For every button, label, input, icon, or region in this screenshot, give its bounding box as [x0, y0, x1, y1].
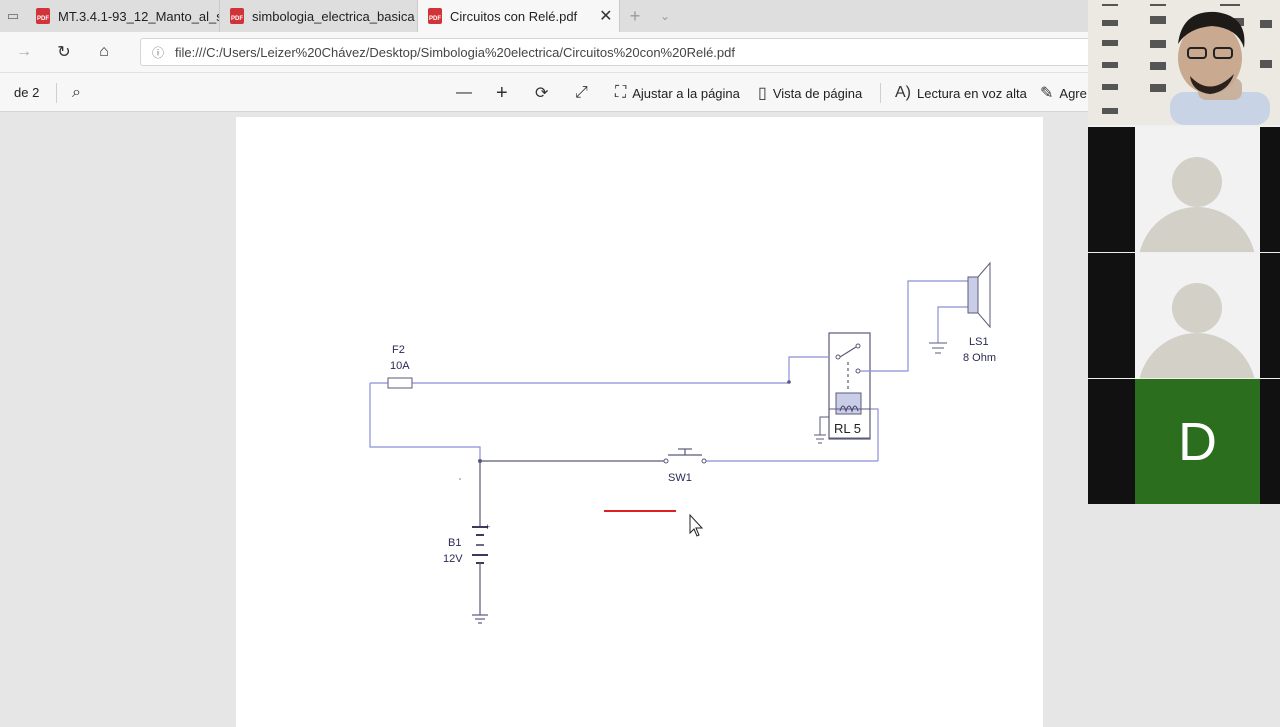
- speaker-magnet: [967, 276, 979, 314]
- fullscreen-button[interactable]: ⤢: [575, 81, 588, 105]
- address-bar[interactable]: ⓘ file:///C:/Users/Leizer%20Chávez/Deskt…: [140, 38, 1100, 66]
- fuse-symbol: [387, 377, 413, 389]
- navigation-bar: → ↻ ⌂ ⓘ file:///C:/Users/Leizer%20Chávez…: [0, 32, 1100, 72]
- switch-contact: [701, 458, 707, 464]
- expand-icon: ⤢: [575, 84, 588, 101]
- divider: [880, 83, 881, 103]
- speaker-cone: [977, 261, 991, 329]
- left-wire: [369, 383, 481, 461]
- battery-name: B1: [448, 537, 461, 549]
- search-button[interactable]: ⌕: [72, 81, 81, 105]
- switch-name: SW1: [668, 472, 692, 484]
- participant-tile[interactable]: D: [1088, 379, 1280, 504]
- avatar: [1172, 157, 1222, 207]
- relay-name: RL 5: [834, 421, 861, 436]
- switch-contact: [663, 458, 669, 464]
- junction-dot: [787, 380, 791, 384]
- participant-tile[interactable]: [1088, 253, 1280, 378]
- pdf-viewer[interactable]: F2 10A SW1 + B1 12V RL 5 LS1 8 Ohm: [0, 112, 1090, 727]
- relay-contact: [835, 354, 841, 360]
- battery-voltage: 12V: [443, 553, 463, 565]
- pen-icon: ✎: [1040, 85, 1054, 102]
- relay-circuit-schematic: F2 10A SW1 + B1 12V RL 5 LS1 8 Ohm: [369, 261, 996, 624]
- tab-bar: ▭ PDF MT.3.4.1-93_12_Manto_al_si PDF sim…: [0, 0, 1090, 32]
- read-aloud-icon: A): [895, 84, 911, 101]
- tab-circuitos[interactable]: PDF Circuitos con Relé.pdf ✕: [418, 0, 620, 32]
- pdf-toolbar: de 2 ⌕ — + ⟳ ⤢ ⛶ Ajustar a la página ▯ V…: [0, 72, 1090, 112]
- chevron-down-icon[interactable]: ⌄: [650, 0, 680, 32]
- rotate-icon: ⟳: [535, 85, 549, 102]
- page-count: de 2: [14, 85, 40, 100]
- relay-ground-wire: [819, 416, 829, 435]
- forward-icon[interactable]: →: [4, 32, 44, 72]
- tab-manto[interactable]: PDF MT.3.4.1-93_12_Manto_al_si: [26, 0, 220, 32]
- page-view-button[interactable]: ▯ Vista de página: [758, 81, 862, 105]
- search-icon: ⌕: [72, 84, 81, 101]
- rotate-button[interactable]: ⟳: [535, 81, 548, 105]
- speaker-rating: 8 Ohm: [963, 352, 996, 364]
- zoom-out-button[interactable]: —: [456, 81, 472, 105]
- home-icon[interactable]: ⌂: [84, 32, 124, 72]
- add-notes-label: Agre: [1059, 85, 1087, 101]
- participant-tile[interactable]: [1088, 127, 1280, 252]
- presenter-video[interactable]: [1088, 0, 1280, 125]
- tab-label: Circuitos con Relé.pdf: [450, 8, 578, 24]
- avatar-body: [1138, 333, 1256, 378]
- fit-page-label: Ajustar a la página: [632, 85, 740, 101]
- presenter-camera-feed: [1088, 0, 1280, 125]
- mouse-cursor-icon: [689, 513, 704, 537]
- participant-placeholder: [1135, 253, 1260, 378]
- zoom-in-button[interactable]: +: [496, 81, 508, 105]
- divider: [56, 83, 57, 103]
- relay-input-wire: [788, 356, 829, 383]
- tab-actions-icon[interactable]: ▭: [0, 0, 26, 32]
- pdf-icon: PDF: [230, 8, 244, 24]
- speaker-name: LS1: [969, 336, 989, 348]
- fit-page-icon: ⛶: [615, 84, 627, 101]
- pdf-icon: PDF: [428, 8, 442, 24]
- new-tab-icon[interactable]: +: [620, 0, 650, 32]
- stray-dot: [459, 478, 461, 480]
- minus-icon: —: [456, 84, 472, 101]
- video-call-panel: D: [1088, 0, 1280, 504]
- page-view-icon: ▯: [758, 85, 767, 102]
- avatar-body: [1138, 207, 1256, 252]
- plus-icon: +: [496, 81, 508, 104]
- tab-simbologia[interactable]: PDF simbologia_electrica_basica: [220, 0, 418, 32]
- speaker-return-wire: [937, 306, 968, 343]
- pdf-page: F2 10A SW1 + B1 12V RL 5 LS1 8 Ohm: [236, 117, 1043, 727]
- tab-label: simbologia_electrica_basica: [252, 8, 415, 24]
- fuse-name: F2: [392, 344, 405, 356]
- avatar: [1172, 283, 1222, 333]
- pdf-icon: PDF: [36, 8, 50, 24]
- add-notes-button[interactable]: ✎ Agre: [1040, 81, 1087, 105]
- fit-page-button[interactable]: ⛶ Ajustar a la página: [615, 81, 740, 105]
- battery-plus: +: [485, 522, 490, 532]
- page-view-label: Vista de página: [772, 85, 863, 101]
- participant-placeholder: [1135, 127, 1260, 252]
- relay-switch-arm: [839, 346, 857, 358]
- participant-initial-avatar: D: [1135, 379, 1260, 504]
- info-icon[interactable]: ⓘ: [141, 44, 175, 61]
- url-text: file:///C:/Users/Leizer%20Chávez/Desktop…: [175, 44, 735, 60]
- close-tab-icon[interactable]: ✕: [599, 6, 612, 26]
- read-aloud-label: Lectura en voz alta: [917, 85, 1027, 101]
- relay-contact: [855, 368, 861, 374]
- speaker-wire: [860, 280, 968, 372]
- relay-contact: [855, 343, 861, 349]
- refresh-icon[interactable]: ↻: [44, 32, 84, 72]
- fuse-rating: 10A: [390, 360, 410, 372]
- read-aloud-button[interactable]: A) Lectura en voz alta: [895, 81, 1027, 105]
- tab-label: MT.3.4.1-93_12_Manto_al_si: [58, 8, 220, 24]
